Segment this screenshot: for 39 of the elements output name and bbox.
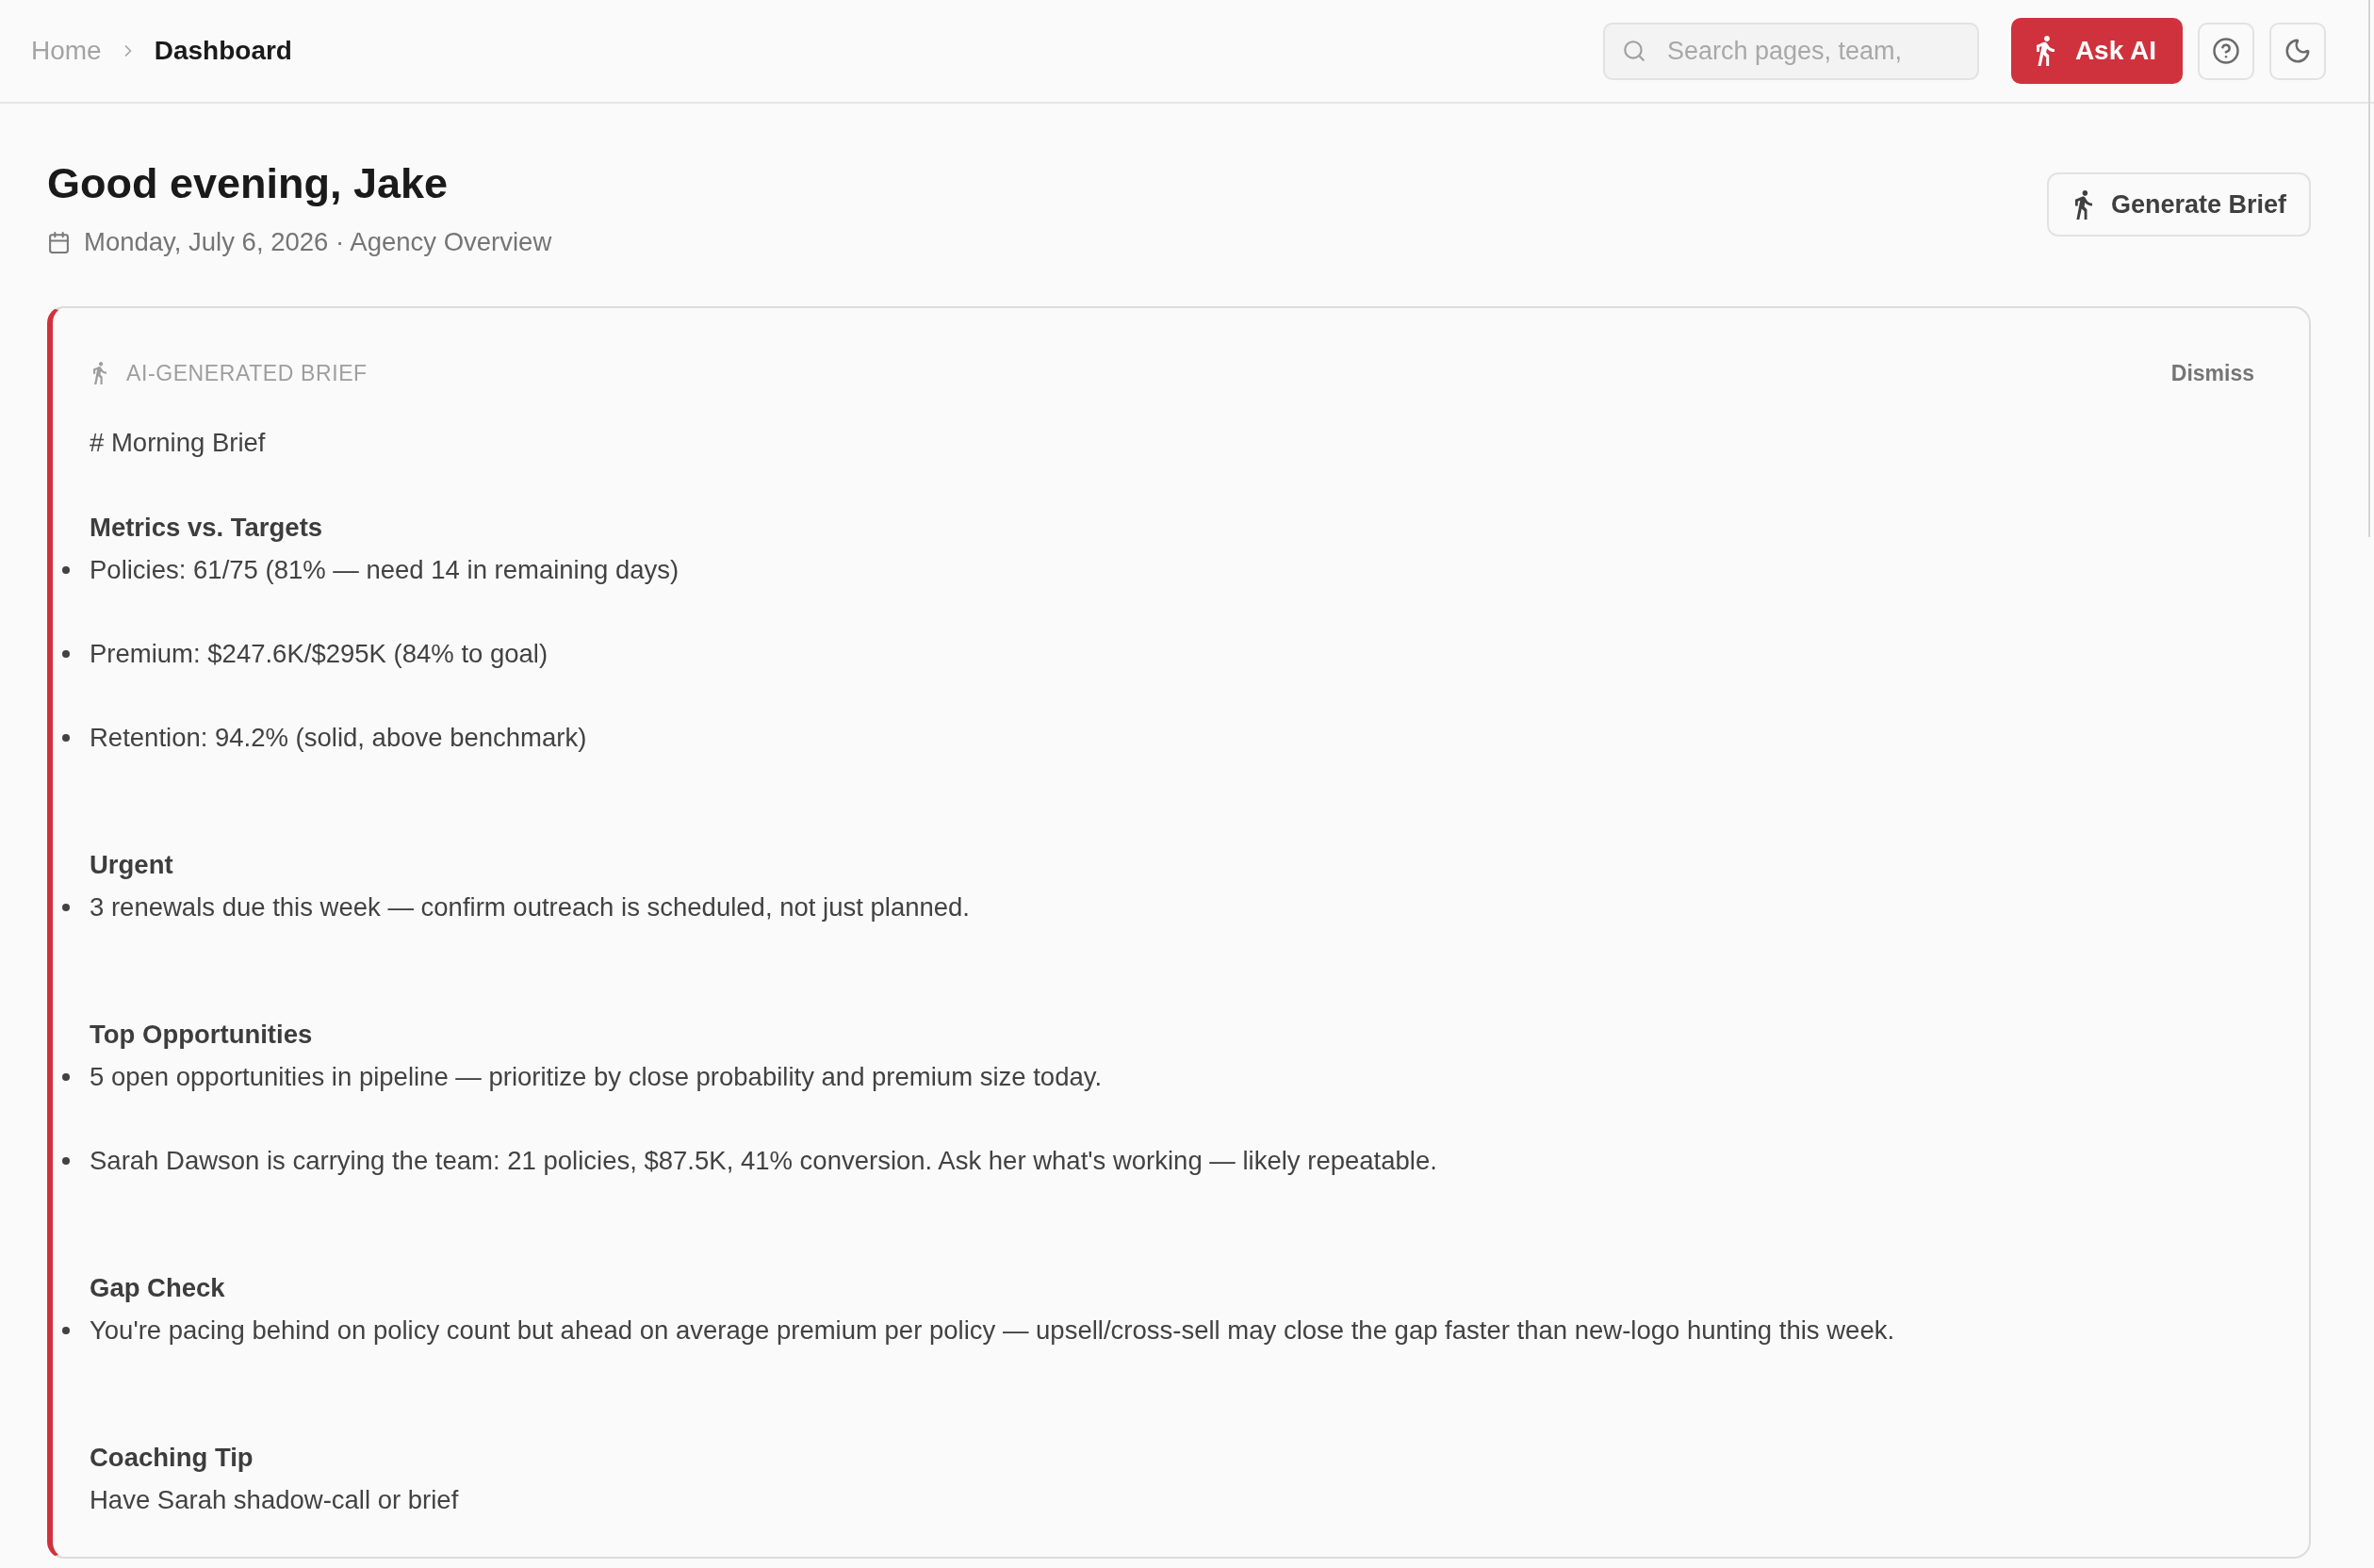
paragraph-text: Have Sarah shadow-call or brief — [90, 1484, 460, 1516]
scrollbar-thumb[interactable] — [2368, 0, 2370, 537]
bullet-icon — [62, 903, 70, 911]
brief-label: AI-GENERATED BRIEF — [126, 360, 368, 387]
calendar-icon — [47, 230, 71, 254]
section-heading: Coaching Tip — [90, 1442, 254, 1474]
breadcrumb-current: Dashboard — [154, 35, 292, 67]
help-button[interactable] — [2198, 22, 2254, 80]
bullet-text: Premium: $247.6K/$295K (84% to goal) — [90, 638, 548, 670]
page-title: Good evening, Jake — [47, 158, 450, 209]
bullet-icon — [62, 649, 70, 658]
generate-brief-button[interactable]: Generate Brief — [2046, 172, 2311, 237]
date-subtitle: Monday, July 6, 2026 · Agency Overview — [84, 226, 552, 258]
bullet-text: Retention: 94.2% (solid, above benchmark) — [90, 722, 587, 754]
bullet-text: Sarah Dawson is carrying the team: 21 policies, $87.5K, 41% conversion. Ask her what's working — likely repeatable. — [90, 1145, 1437, 1177]
search-icon — [1621, 38, 1646, 63]
bullet-text: Policies: 61/75 (81% — need 14 in remaining days) — [90, 554, 679, 586]
bullet-icon — [62, 1156, 70, 1165]
help-icon — [2212, 37, 2240, 65]
section-heading: Urgent — [90, 849, 174, 881]
bullet-icon — [62, 733, 70, 742]
bullet-text: 5 open opportunities in pipeline — prioritize by close probability and premium size today. — [90, 1061, 1103, 1093]
bullet-icon — [62, 565, 70, 574]
section-heading: Gap Check — [90, 1272, 226, 1304]
walking-person-icon — [2036, 36, 2055, 66]
bullet-icon — [62, 1072, 70, 1081]
walking-person-icon — [2074, 189, 2092, 220]
ask-ai-button[interactable]: Ask AI — [2010, 18, 2183, 84]
bullet-icon — [62, 1326, 70, 1334]
search-field[interactable]: Search pages, team, — [1602, 22, 1979, 80]
dark-mode-button[interactable] — [2269, 22, 2326, 80]
dismiss-button[interactable]: Dismiss — [2170, 359, 2254, 387]
bullet-text: 3 renewals due this week — confirm outreach is scheduled, not just planned. — [90, 891, 970, 923]
bullet-text: You're pacing behind on policy count but ahead on average premium per policy — upsell/cross-sell may close the gap faster than new-logo hunting this week. — [90, 1315, 1895, 1347]
moon-icon — [2284, 37, 2312, 65]
brief-title: # Morning Brief — [90, 427, 267, 459]
walking-person-icon — [93, 362, 106, 384]
section-heading: Metrics vs. Targets — [90, 512, 324, 544]
section-heading: Top Opportunities — [90, 1019, 314, 1051]
